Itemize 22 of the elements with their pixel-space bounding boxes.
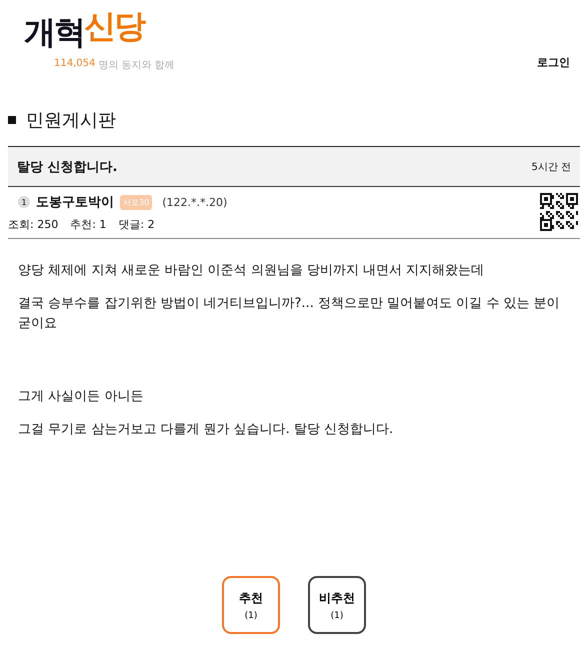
- post-paragraph: 양당 체제에 지쳐 새로운 바람인 이준석 의원님을 당비까지 내면서 지지해왔는데: [18, 262, 486, 280]
- not-recommend-button[interactable]: 비추천 (1): [308, 576, 366, 634]
- post-paragraph: 결국 승부수를 잡기위한 방법이 네거티브입니까?... 정책으로만 밀어붙여도 이길 수 있는 분이 굳이요: [18, 295, 561, 333]
- recommend-button[interactable]: 추천 (1): [222, 576, 280, 634]
- author-ip: (122.*.*.20): [162, 196, 228, 208]
- post-stat: 조회: 250: [8, 217, 58, 232]
- post-time: 5시간 전: [531, 160, 571, 174]
- board-title: 민원게시판: [26, 109, 116, 132]
- level-badge: 1: [18, 196, 30, 208]
- author-name[interactable]: 도봉구토박이: [36, 193, 114, 211]
- author-badge: 서포30: [120, 194, 152, 210]
- post-stat: 추천: 1: [70, 217, 106, 232]
- tagline: 명의 동지와 함께: [98, 59, 175, 72]
- member-count: 114,054: [54, 58, 96, 71]
- post-paragraph: 그걸 무기로 삼는거보고 다를게 뭔가 싶습니다. 탈당 신청합니다.: [18, 421, 394, 439]
- post-paragraph: 그게 사실이든 아니든: [18, 388, 144, 406]
- post-title: 탈당 신청합니다.: [17, 158, 118, 176]
- login-link[interactable]: 로그인: [537, 55, 570, 70]
- square-bullet-icon: [8, 116, 16, 124]
- post-stat: 댓글: 2: [118, 217, 155, 232]
- qr-code-icon: [540, 193, 578, 231]
- logo[interactable]: 개혁신당: [24, 6, 175, 54]
